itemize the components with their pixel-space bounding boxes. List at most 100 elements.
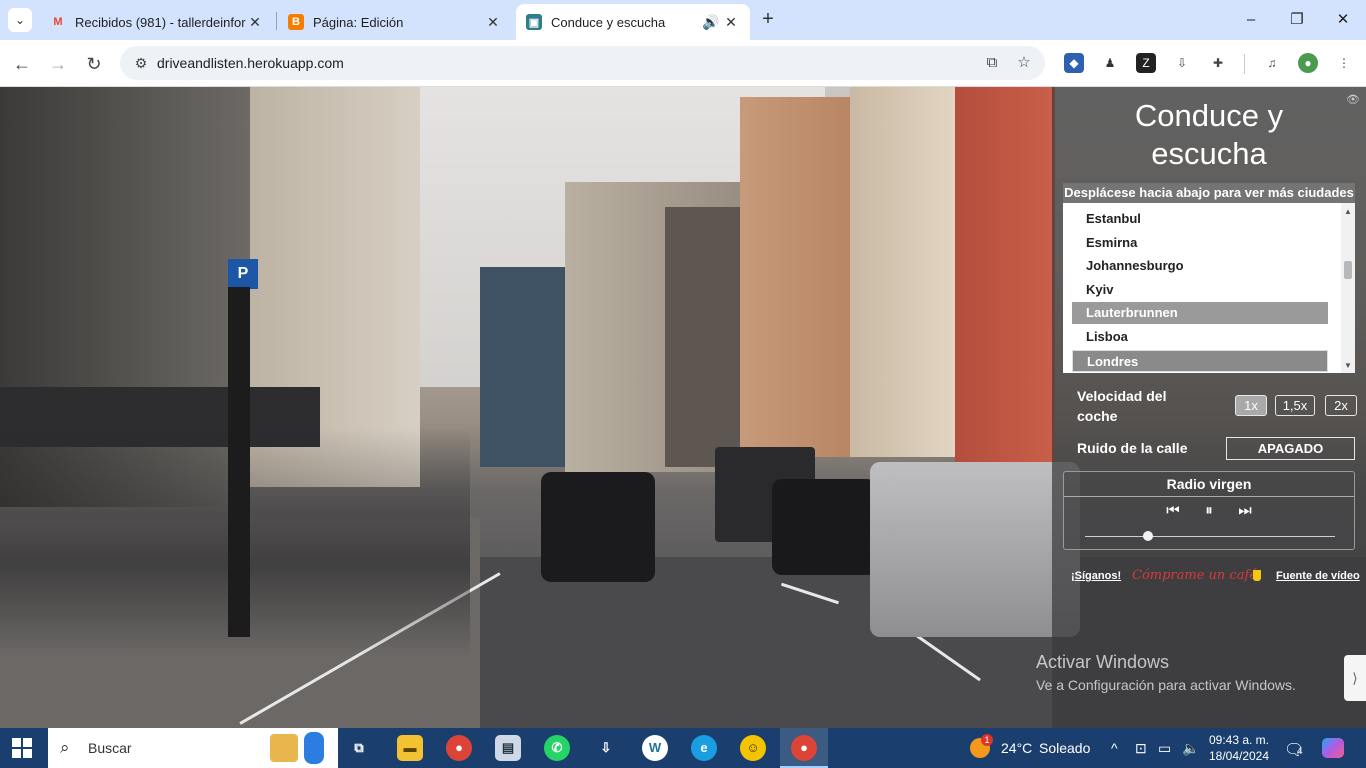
clock-time: 09:43 a. m.: [1208, 733, 1270, 747]
reload-button[interactable]: ↻: [80, 50, 108, 78]
close-window-button[interactable]: ✕: [1328, 8, 1358, 32]
silver-van: [870, 462, 1080, 637]
file-explorer-icon[interactable]: ▬: [397, 735, 423, 761]
toolbar-divider: [1244, 54, 1245, 74]
close-tab-icon[interactable]: ✕: [484, 14, 502, 31]
tab-blogger[interactable]: B Página: Edición ✕: [278, 4, 512, 40]
city-list-scrollbar[interactable]: ▲ ▼: [1341, 203, 1355, 373]
bookmark-star-icon[interactable]: ☆: [1014, 54, 1034, 72]
taskbar-search[interactable]: ⌕ Buscar: [48, 728, 338, 768]
extension-4-icon[interactable]: ⇩: [1172, 53, 1192, 73]
site-info-icon[interactable]: ⚙: [132, 54, 150, 72]
system-clock[interactable]: 09:43 a. m. 18/04/2024: [1204, 732, 1274, 764]
side-panel-handle-icon[interactable]: ⟩: [1344, 655, 1366, 701]
download-app-icon[interactable]: ⇩: [593, 735, 619, 761]
video-source-link[interactable]: Fuente de vídeo: [1276, 570, 1360, 582]
city-item-lauterbrunnen[interactable]: Lauterbrunnen: [1072, 302, 1328, 324]
radio-station-name: Radio virgen: [1166, 476, 1252, 492]
network-icon[interactable]: ▭: [1158, 740, 1171, 757]
new-tab-button[interactable]: +: [757, 8, 779, 32]
translate-icon[interactable]: ⧉: [982, 54, 1002, 72]
coffee-cup-icon[interactable]: [1253, 570, 1261, 581]
tab-conduce[interactable]: ▣ Conduce y escucha 🔊 ✕: [516, 4, 750, 40]
pause-icon[interactable]: ⏸: [1198, 501, 1220, 521]
blogger-icon: B: [288, 14, 304, 30]
whatsapp-icon[interactable]: ✆: [544, 735, 570, 761]
copilot-icon[interactable]: [1322, 738, 1344, 758]
extension-2-icon[interactable]: ♟: [1100, 53, 1120, 73]
minimize-button[interactable]: –: [1236, 8, 1266, 32]
site-icon: ▣: [526, 14, 542, 30]
speed-2x-button[interactable]: 2x: [1325, 395, 1357, 416]
forward-button[interactable]: →: [44, 50, 72, 78]
search-icon: ⌕: [60, 738, 70, 757]
tab-gmail[interactable]: M Recibidos (981) - tallerdeinform ✕: [40, 4, 274, 40]
city-item-estanbul[interactable]: Estanbul: [1072, 208, 1328, 230]
street-noise-toggle[interactable]: APAGADO: [1226, 437, 1355, 460]
scroll-thumb[interactable]: [1344, 261, 1352, 279]
clock-date: 18/04/2024: [1208, 749, 1270, 763]
extension-1-icon[interactable]: ◆: [1064, 53, 1084, 73]
close-tab-icon[interactable]: ✕: [246, 14, 264, 31]
buy-coffee-link[interactable]: Cómprame un café: [1132, 568, 1257, 583]
city-item-esmirna[interactable]: Esmirna: [1072, 232, 1328, 254]
restore-button[interactable]: ❐: [1282, 8, 1312, 32]
chrome-icon[interactable]: ●: [446, 735, 472, 761]
emoji-app-icon[interactable]: ☺: [740, 735, 766, 761]
weather-badge: 1: [981, 734, 993, 746]
tab-strip: ⌄ M Recibidos (981) - tallerdeinform ✕ B…: [0, 0, 1366, 40]
meet-now-icon[interactable]: ⊡: [1135, 740, 1147, 757]
volume-knob[interactable]: [1142, 531, 1153, 541]
city-list[interactable]: Estanbul Esmirna Johannesburgo Kyiv Laut…: [1063, 203, 1355, 373]
volume-icon[interactable]: 🔈: [1182, 740, 1199, 757]
speaker-icon[interactable]: 🔊: [700, 14, 722, 31]
app-title-line-1: Conduce y: [1134, 98, 1284, 133]
speed-1-5x-button[interactable]: 1,5x: [1275, 395, 1315, 416]
tab-search-button[interactable]: ⌄: [8, 8, 32, 32]
city-item-johannesburgo[interactable]: Johannesburgo: [1072, 255, 1328, 277]
speed-1x-button[interactable]: 1x: [1235, 395, 1267, 416]
weather-temp[interactable]: 24°C: [1001, 740, 1032, 756]
street-video-background: P 👁 Conduce y escucha Desplácese hacia a…: [0, 87, 1366, 728]
tab-divider: [276, 12, 277, 30]
url-text[interactable]: driveandlisten.herokuapp.com: [157, 55, 344, 71]
city-item-lisboa[interactable]: Lisboa: [1072, 326, 1328, 348]
task-view-icon[interactable]: ⧉: [346, 735, 372, 761]
active-chrome-task[interactable]: ●: [780, 728, 828, 768]
close-tab-icon[interactable]: ✕: [722, 14, 740, 31]
wordpress-icon[interactable]: W: [642, 735, 668, 761]
weather-text[interactable]: Soleado: [1039, 740, 1090, 756]
speed-label: Velocidad del coche: [1077, 388, 1167, 424]
search-highlight-icon: [270, 734, 298, 762]
menu-dots-icon[interactable]: ⋮: [1334, 53, 1354, 73]
parking-sign-icon: P: [228, 259, 258, 289]
follow-us-link[interactable]: ¡Síganos!: [1071, 570, 1121, 582]
extension-3-icon[interactable]: Z: [1136, 53, 1156, 73]
previous-station-icon[interactable]: ⏮: [1162, 501, 1184, 521]
volume-slider[interactable]: [1085, 536, 1335, 537]
building-dark-brick: [665, 207, 745, 467]
next-station-icon[interactable]: ⏭: [1234, 501, 1256, 521]
windows-start-icon[interactable]: [12, 738, 32, 758]
tab-title: Recibidos (981) - tallerdeinform: [75, 14, 246, 30]
profile-avatar[interactable]: ●: [1298, 53, 1318, 73]
city-item-londres[interactable]: Londres: [1072, 350, 1328, 372]
scroll-up-icon[interactable]: ▲: [1344, 207, 1352, 216]
back-button[interactable]: ←: [8, 50, 36, 78]
tab-title: Página: Edición: [313, 14, 404, 30]
control-panel-icon[interactable]: ▤: [495, 735, 521, 761]
black-cab-2: [772, 479, 877, 575]
media-controls-icon[interactable]: ♫: [1262, 53, 1282, 73]
scroll-down-icon[interactable]: ▼: [1344, 361, 1352, 370]
radio-divider: [1064, 496, 1354, 497]
extensions-puzzle-icon[interactable]: ✚: [1208, 53, 1228, 73]
tray-overflow-icon[interactable]: ^: [1111, 740, 1118, 756]
street-noise-label: Ruido de la calle: [1077, 440, 1188, 456]
activate-title: Activar Windows: [1036, 652, 1170, 672]
windows-activation-watermark: Activar Windows Ve a Configuración para …: [1036, 652, 1296, 693]
chevron-down-icon: ⌄: [14, 13, 26, 27]
city-item-kyiv[interactable]: Kyiv: [1072, 279, 1328, 301]
edge-icon[interactable]: e: [691, 735, 717, 761]
address-bar[interactable]: ⚙ driveandlisten.herokuapp.com ⧉ ☆: [120, 46, 1045, 80]
lamp-post: [228, 287, 250, 637]
